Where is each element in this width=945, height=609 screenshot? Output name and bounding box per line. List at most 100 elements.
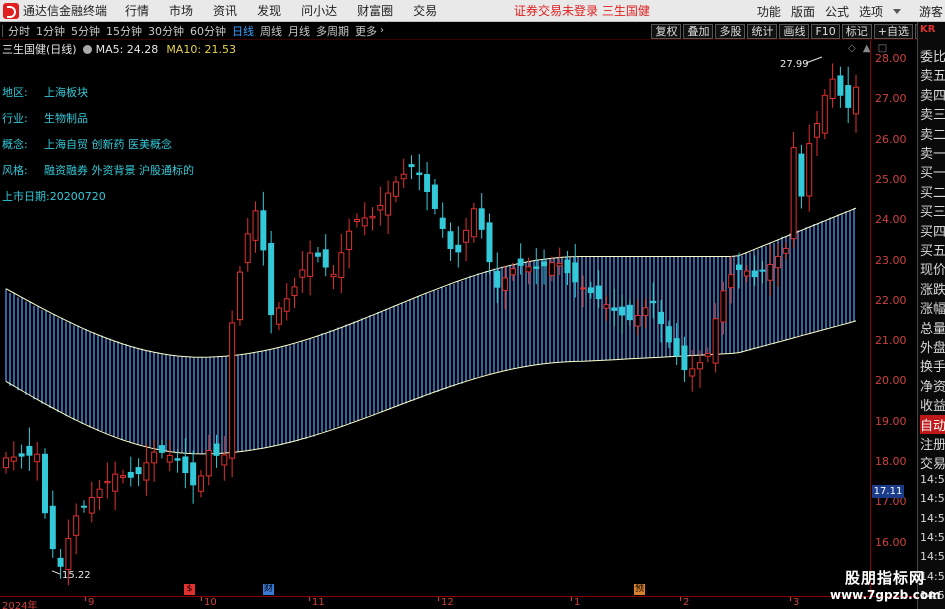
candle xyxy=(10,441,17,471)
menu-item-wealth[interactable]: 财富圈 xyxy=(357,2,393,19)
period-5min[interactable]: 5分钟 xyxy=(71,23,100,39)
info-listing-date: 上市日期:20200720 xyxy=(2,188,106,204)
side-item[interactable]: 卖四 xyxy=(920,85,945,104)
menu-function[interactable]: 功能 xyxy=(757,3,781,20)
period-60min[interactable]: 60分钟 xyxy=(190,23,226,39)
side-item[interactable]: 注册 xyxy=(920,434,945,453)
candle xyxy=(416,154,423,191)
side-item[interactable]: 自动 xyxy=(920,414,945,434)
candle xyxy=(400,158,407,189)
watermark: 股朋指标网 www.7gpzb.com xyxy=(830,567,941,602)
candle xyxy=(385,180,392,235)
side-item[interactable]: 买四 xyxy=(920,221,945,240)
time-tick: 11 xyxy=(312,597,325,608)
period-intraday[interactable]: 分时 xyxy=(8,23,30,39)
menu-formula[interactable]: 公式 xyxy=(825,3,849,20)
candle xyxy=(494,252,501,303)
time-axis: 2024年 9 10 11 12 1 2 3 xyxy=(0,596,917,609)
period-weekly[interactable]: 周线 xyxy=(260,23,282,39)
side-item[interactable]: 14:56 xyxy=(920,512,945,525)
menu-layout[interactable]: 版面 xyxy=(791,3,815,20)
f10-button[interactable]: F10 xyxy=(811,23,840,39)
diamond-icon[interactable]: ◇ xyxy=(848,43,856,54)
price-tick: 25.00 xyxy=(875,172,907,186)
info-concept: 概念: 上海自贸 创新药 医美概念 xyxy=(2,136,172,152)
menu-item-ask[interactable]: 问小达 xyxy=(301,2,337,19)
price-tick: 27.00 xyxy=(875,92,907,106)
time-tick: 1 xyxy=(574,597,581,608)
side-item[interactable]: 现价 xyxy=(920,259,945,278)
period-30min[interactable]: 30分钟 xyxy=(148,23,184,39)
side-item[interactable]: 收益 xyxy=(920,395,945,414)
side-item[interactable]: 卖五 xyxy=(920,65,945,84)
menu-item-trade[interactable]: 交易 xyxy=(413,2,437,19)
period-15min[interactable]: 15分钟 xyxy=(106,23,142,39)
period-more[interactable]: 更多 xyxy=(355,23,377,39)
candle xyxy=(112,461,119,511)
toolbar-divider xyxy=(2,24,3,37)
time-tick: 12 xyxy=(441,597,454,608)
menu-item-news[interactable]: 资讯 xyxy=(213,2,237,19)
candle xyxy=(689,349,696,392)
side-item[interactable]: 涨幅 xyxy=(920,298,945,317)
add-watchlist-button[interactable]: +自选 xyxy=(873,23,913,39)
side-item[interactable]: 卖一 xyxy=(920,143,945,162)
period-daily[interactable]: 日线 xyxy=(232,23,254,39)
guest-button[interactable]: 游客 xyxy=(919,3,943,20)
multi-stock-button[interactable]: 多股 xyxy=(715,23,746,39)
period-monthly[interactable]: 月线 xyxy=(288,23,310,39)
candle xyxy=(767,245,774,296)
side-item[interactable]: 买一 xyxy=(920,162,945,181)
side-item[interactable]: 14:56 xyxy=(920,550,945,563)
adjust-button[interactable]: 复权 xyxy=(651,23,682,39)
period-multi[interactable]: 多周期 xyxy=(316,23,349,39)
candle xyxy=(353,213,360,228)
candle xyxy=(611,289,618,327)
side-item[interactable]: 卖三 xyxy=(920,104,945,123)
dropdown-icon[interactable] xyxy=(892,8,901,14)
candle xyxy=(455,226,462,268)
candle xyxy=(424,162,431,211)
settings-icon[interactable] xyxy=(82,44,92,54)
candle xyxy=(96,479,103,510)
menu-item-market[interactable]: 市场 xyxy=(169,2,193,19)
menu-options[interactable]: 选项 xyxy=(859,3,883,20)
side-item[interactable]: 涨跌 xyxy=(920,279,945,298)
side-item[interactable]: 换手 xyxy=(920,356,945,375)
draw-line-button[interactable]: 画线 xyxy=(779,23,810,39)
terminal-window: 通达信金融终端 行情 市场 资讯 发现 问小达 财富圈 交易 证券交易未登录 三… xyxy=(0,0,945,609)
side-item[interactable]: 买二 xyxy=(920,182,945,201)
candle xyxy=(166,439,173,472)
menubar-right: 功能 版面 公式 选项 游客 xyxy=(747,0,943,22)
side-item[interactable]: 委比 xyxy=(920,46,945,65)
side-item[interactable]: 交易 xyxy=(920,453,945,472)
side-item[interactable]: 总量 xyxy=(920,318,945,337)
event-dividend-marker[interactable]: $ xyxy=(184,584,195,595)
period-1min[interactable]: 1分钟 xyxy=(36,23,65,39)
candle xyxy=(104,462,111,499)
candle xyxy=(853,74,859,133)
side-item[interactable]: 买三 xyxy=(920,201,945,220)
candle xyxy=(634,299,641,336)
time-tick-mark xyxy=(790,597,791,601)
side-item[interactable]: 外盘 xyxy=(920,337,945,356)
side-item[interactable]: 卖二 xyxy=(920,124,945,143)
menu-item-discover[interactable]: 发现 xyxy=(257,2,281,19)
candle xyxy=(182,438,189,489)
candle xyxy=(595,270,602,308)
side-item[interactable]: 14:56 xyxy=(920,492,945,505)
menu-item-quotes[interactable]: 行情 xyxy=(125,2,149,19)
more-chevron-icon[interactable]: › xyxy=(380,25,384,36)
event-forecast-marker[interactable]: 预 xyxy=(634,584,645,595)
stats-button[interactable]: 统计 xyxy=(747,23,778,39)
overlay-button[interactable]: 叠加 xyxy=(683,23,714,39)
side-item[interactable]: 14:56 xyxy=(920,473,945,486)
event-financial-marker[interactable]: 财 xyxy=(263,584,274,595)
side-item[interactable]: 净资 xyxy=(920,376,945,395)
candle xyxy=(408,155,415,180)
candle xyxy=(275,301,282,331)
side-item[interactable]: 14:56 xyxy=(920,531,945,544)
side-item[interactable]: 买五 xyxy=(920,240,945,259)
login-status[interactable]: 证券交易未登录 三生国健 xyxy=(514,2,650,19)
mark-button[interactable]: 标记 xyxy=(841,23,872,39)
